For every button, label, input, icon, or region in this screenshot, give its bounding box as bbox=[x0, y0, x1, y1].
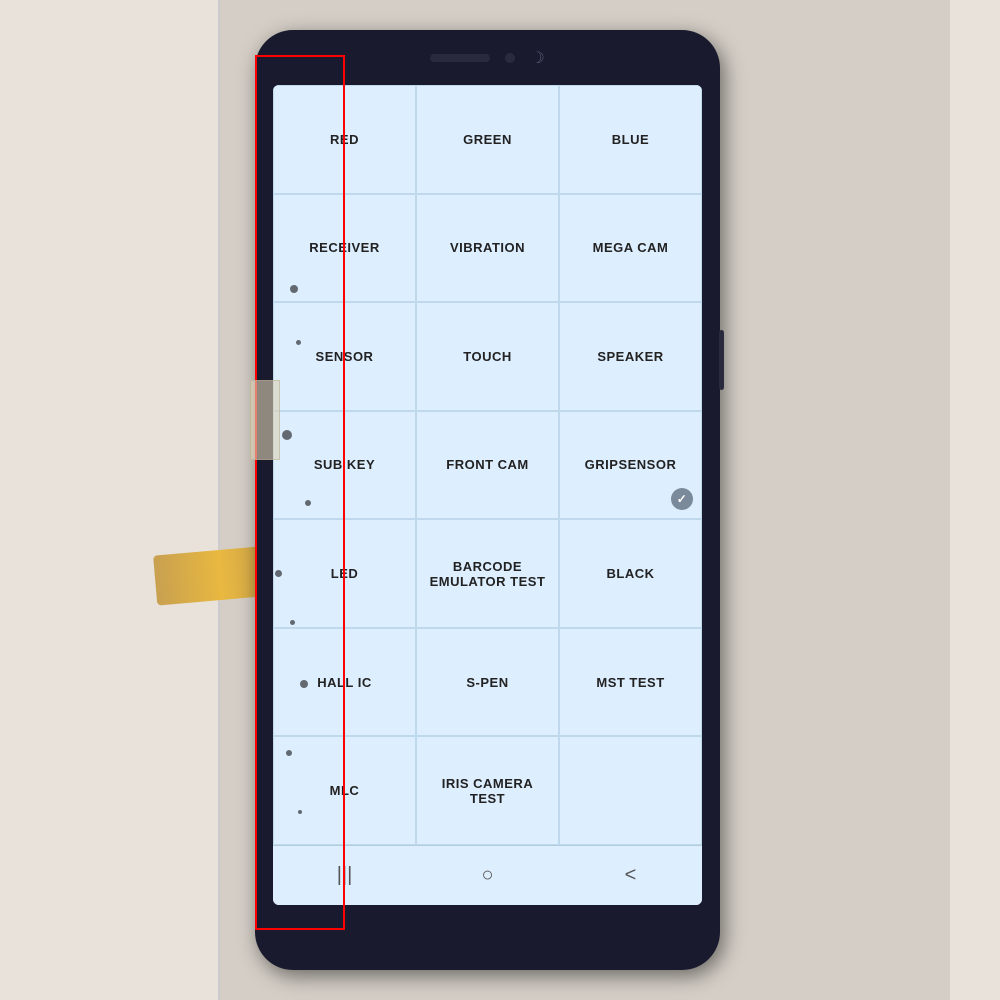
cell-sub-key[interactable]: SUB KEY bbox=[273, 411, 416, 520]
moon-icon: ☽ bbox=[530, 48, 544, 68]
speaker-grill bbox=[430, 54, 490, 62]
cell-empty bbox=[559, 736, 702, 845]
cell-led[interactable]: LED bbox=[273, 519, 416, 628]
cell-vibration[interactable]: VIBRATION bbox=[416, 194, 559, 303]
cell-mega-cam[interactable]: MEGA CAM bbox=[559, 194, 702, 303]
cell-red[interactable]: RED bbox=[273, 85, 416, 194]
cell-mlc[interactable]: MLC bbox=[273, 736, 416, 845]
cell-front-cam[interactable]: FRONT CAM bbox=[416, 411, 559, 520]
gripsensor-badge: ✓ bbox=[671, 488, 693, 510]
cell-sensor[interactable]: SENSOR bbox=[273, 302, 416, 411]
cell-s-pen[interactable]: S-PEN bbox=[416, 628, 559, 737]
cell-iris-camera[interactable]: IRIS CAMERA TEST bbox=[416, 736, 559, 845]
recents-button[interactable]: ||| bbox=[325, 856, 365, 896]
cell-touch[interactable]: TOUCH bbox=[416, 302, 559, 411]
foam-left bbox=[0, 0, 220, 1000]
phone-top-bar: ☽ bbox=[255, 30, 720, 85]
scene: ☽ RED GREEN BLUE RECEIVER VIBRATION MEGA… bbox=[0, 0, 1000, 1000]
back-button[interactable]: < bbox=[611, 856, 651, 896]
cell-barcode-emulator[interactable]: BARCODE EMULATOR TEST bbox=[416, 519, 559, 628]
cell-green[interactable]: GREEN bbox=[416, 85, 559, 194]
phone-body: ☽ RED GREEN BLUE RECEIVER VIBRATION MEGA… bbox=[255, 30, 720, 970]
phone-screen: RED GREEN BLUE RECEIVER VIBRATION MEGA C… bbox=[273, 85, 702, 905]
cell-blue[interactable]: BLUE bbox=[559, 85, 702, 194]
cell-black[interactable]: BLACK bbox=[559, 519, 702, 628]
home-button[interactable]: ○ bbox=[468, 856, 508, 896]
cell-mst-test[interactable]: MST TEST bbox=[559, 628, 702, 737]
cell-receiver[interactable]: RECEIVER bbox=[273, 194, 416, 303]
front-camera-dot bbox=[505, 53, 515, 63]
cell-hall-ic[interactable]: HALL IC bbox=[273, 628, 416, 737]
tape bbox=[250, 380, 280, 460]
power-button[interactable] bbox=[719, 330, 724, 390]
navigation-bar: ||| ○ < bbox=[273, 845, 702, 905]
foam-right bbox=[950, 0, 1000, 1000]
test-grid-menu: RED GREEN BLUE RECEIVER VIBRATION MEGA C… bbox=[273, 85, 702, 845]
cell-speaker[interactable]: SPEAKER bbox=[559, 302, 702, 411]
cell-gripsensor[interactable]: GRIPSENSOR ✓ bbox=[559, 411, 702, 520]
